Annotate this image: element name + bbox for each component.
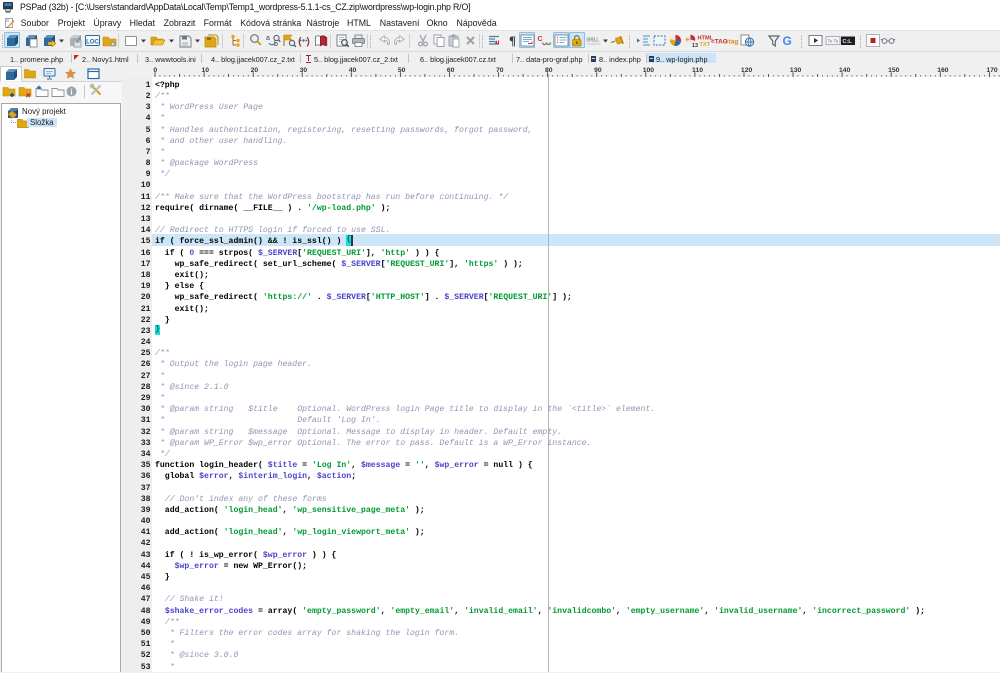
svg-text:C: C <box>538 36 543 43</box>
svg-text:70: 70 <box>496 67 504 74</box>
svg-text:30: 30 <box>300 67 308 74</box>
svg-text:a: a <box>266 35 270 42</box>
svg-text:80: 80 <box>545 67 553 74</box>
svg-text:20: 20 <box>251 67 259 74</box>
svg-text:130: 130 <box>790 67 802 74</box>
svg-text:C:L: C:L <box>843 39 853 45</box>
svg-text:120: 120 <box>741 67 753 74</box>
svg-text:Te Te: Te Te <box>827 39 838 44</box>
svg-text:90: 90 <box>594 67 602 74</box>
svg-text:¶: ¶ <box>509 33 516 48</box>
svg-text:): ) <box>305 37 311 49</box>
svg-text:60: 60 <box>447 67 455 74</box>
svg-text:TXT: TXT <box>700 42 711 48</box>
svg-text:40: 40 <box>349 67 357 74</box>
svg-text:<tag: <tag <box>725 39 738 46</box>
svg-text:110: 110 <box>692 67 703 74</box>
svg-text:100: 100 <box>643 67 655 74</box>
svg-text:150: 150 <box>888 67 900 74</box>
svg-text:50: 50 <box>398 67 406 74</box>
svg-text:10: 10 <box>202 67 210 74</box>
svg-text:140: 140 <box>839 67 851 74</box>
svg-text:160: 160 <box>937 67 949 74</box>
svg-text:0: 0 <box>153 67 157 74</box>
svg-text:LOC: LOC <box>86 40 99 46</box>
svg-text:(: ( <box>297 37 303 49</box>
svg-text:170: 170 <box>986 67 998 74</box>
svg-text:G: G <box>782 34 791 48</box>
svg-text:SPELL: SPELL <box>586 38 600 44</box>
